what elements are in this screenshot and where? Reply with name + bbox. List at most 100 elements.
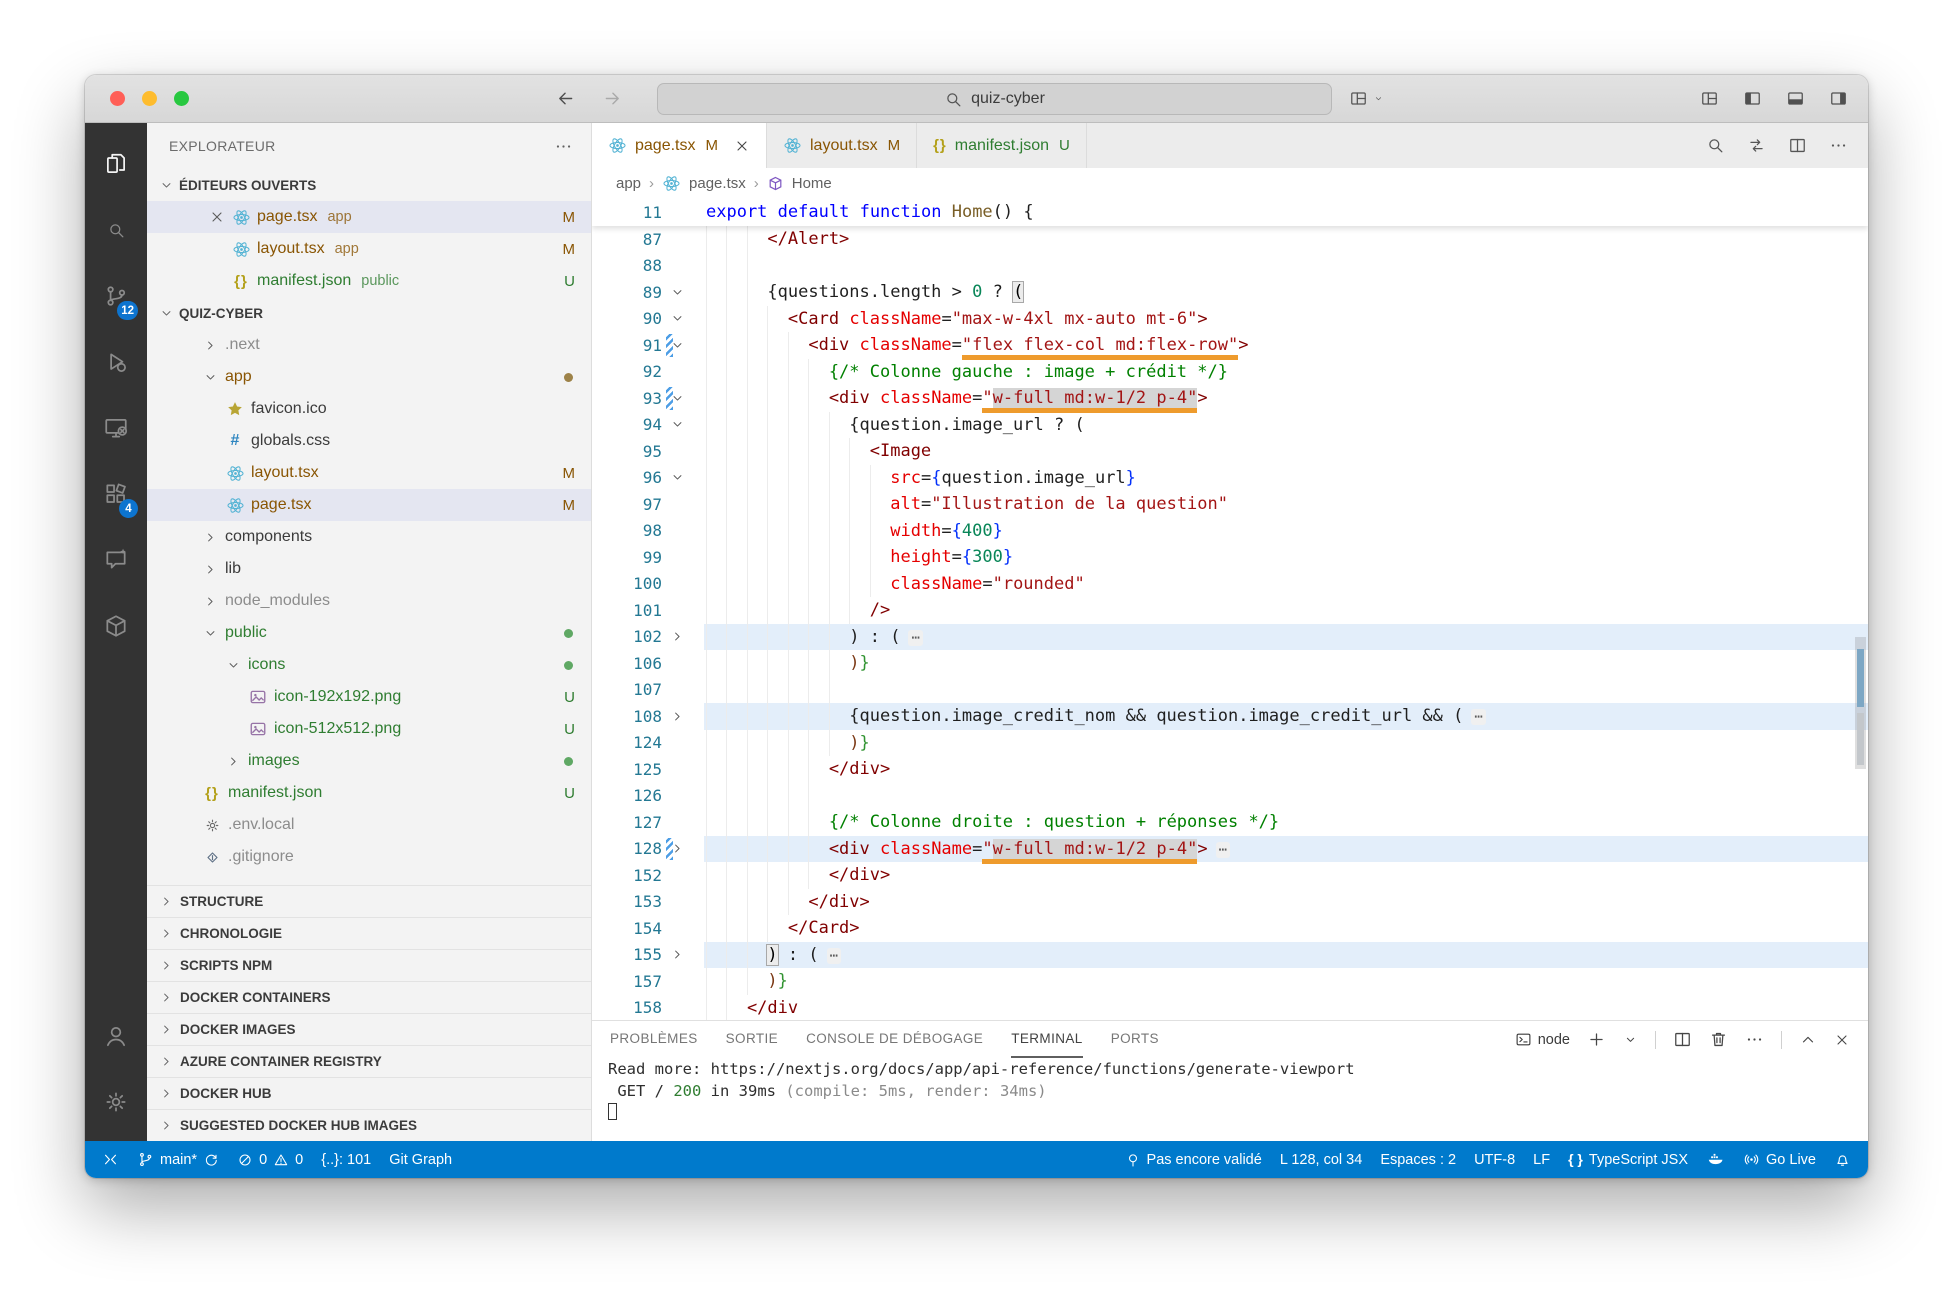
line-gutter[interactable]: 100 [592,571,704,598]
code-line[interactable]: 97alt="Illustration de la question" [592,491,1868,518]
line-gutter[interactable]: 153 [592,889,704,916]
line-gutter[interactable]: 124 [592,730,704,757]
fold-right-icon[interactable] [662,947,692,962]
line-gutter[interactable]: 96 [592,465,704,492]
fold-right-icon[interactable] [662,709,692,724]
line-gutter[interactable]: 127 [592,809,704,836]
overview-ruler[interactable] [1852,199,1868,1020]
line-gutter[interactable]: 126 [592,783,704,810]
panel-tab-PORTS[interactable]: PORTS [1111,1021,1159,1058]
tree-item-components[interactable]: components [147,521,591,553]
fold-right-icon[interactable] [662,629,692,644]
close-icon[interactable] [734,138,750,154]
open-editor-item[interactable]: layout.tsxappM [147,233,591,265]
line-gutter[interactable]: 158 [592,995,704,1021]
maximize-panel-icon[interactable] [1799,1031,1817,1049]
code-line[interactable]: 125</div> [592,756,1868,783]
code-line[interactable]: 94{question.image_url ? ( [592,412,1868,439]
code-line[interactable]: 98width={400} [592,518,1868,545]
tree-item-images[interactable]: images [147,745,591,777]
panel-left-icon[interactable] [1743,89,1762,108]
status-item-language-mode[interactable]: { }TypeScript JSX [1559,1141,1697,1178]
line-gutter[interactable]: 101 [592,597,704,624]
tree-item-favicon.ico[interactable]: favicon.ico [147,393,591,425]
tree-item-.env.local[interactable]: .env.local [147,809,591,841]
code-line[interactable]: 101/> [592,597,1868,624]
panel-tab-PROBLÈMES[interactable]: PROBLÈMES [610,1021,698,1058]
tree-item-node_modules[interactable]: node_modules [147,585,591,617]
code-line[interactable]: 92{/* Colonne gauche : image + crédit */… [592,359,1868,386]
line-gutter[interactable]: 88 [592,253,704,280]
tree-item-public[interactable]: public [147,617,591,649]
sidebar-section-scripts-npm[interactable]: SCRIPTS NPM [147,949,591,981]
status-item-eol[interactable]: LF [1524,1141,1559,1178]
fold-down-icon[interactable] [662,470,692,485]
line-gutter[interactable]: 107 [592,677,704,704]
zoom-window-button[interactable] [174,91,189,106]
layout-dropdown-button[interactable] [1349,89,1386,108]
activity-bar-item-files[interactable] [85,131,147,197]
add-icon[interactable] [1587,1030,1606,1049]
code-editor[interactable]: 11export default function Home() { 87</A… [592,199,1868,1020]
fold-down-icon[interactable] [662,311,692,326]
tree-item-icons[interactable]: icons [147,649,591,681]
line-gutter[interactable]: 102 [592,624,704,651]
line-gutter[interactable]: 95 [592,438,704,465]
code-line[interactable]: 108{question.image_credit_nom && questio… [592,703,1868,730]
code-line[interactable]: 106)} [592,650,1868,677]
line-gutter[interactable]: 125 [592,756,704,783]
line-gutter[interactable]: 90 [592,306,704,333]
status-item-remote[interactable] [93,1141,128,1178]
line-gutter[interactable]: 89 [592,279,704,306]
sidebar-section-structure[interactable]: STRUCTURE [147,885,591,917]
code-line[interactable]: 158</div [592,995,1868,1021]
tree-item-.gitignore[interactable]: .gitignore [147,841,591,873]
caret-down-icon[interactable] [1623,1032,1638,1047]
breadcrumb-item[interactable]: Home [792,175,832,192]
line-gutter[interactable]: 97 [592,491,704,518]
tree-item-layout.tsx[interactable]: layout.tsxM [147,457,591,489]
status-item-notifications[interactable] [1825,1141,1860,1178]
sidebar-section-docker-containers[interactable]: DOCKER CONTAINERS [147,981,591,1013]
activity-bar-item-settings-gear[interactable] [85,1069,147,1135]
code-line[interactable]: 89{questions.length > 0 ? ( [592,279,1868,306]
breadcrumb-item[interactable]: page.tsx [689,175,746,192]
close-icon[interactable] [1834,1032,1850,1048]
status-item-git-graph[interactable]: Git Graph [380,1141,461,1178]
open-editors-section-header[interactable]: ÉDITEURS OUVERTS [147,169,591,201]
status-item-branch[interactable]: main* [128,1141,228,1178]
line-gutter[interactable]: 92 [592,359,704,386]
activity-bar-item-search[interactable] [85,197,147,263]
line-gutter[interactable]: 11 [592,199,704,226]
back-arrow-icon[interactable] [555,88,576,109]
activity-bar-item-docker[interactable] [85,593,147,659]
line-gutter[interactable]: 154 [592,915,704,942]
status-item-brackets-count[interactable]: {..}: 101 [312,1141,380,1178]
code-line[interactable]: 152</div> [592,862,1868,889]
code-line[interactable]: 153</div> [592,889,1868,916]
terminal-profile-selector[interactable]: node [1515,1031,1570,1048]
code-line[interactable]: 127{/* Colonne droite : question + répon… [592,809,1868,836]
tree-item-.next[interactable]: .next [147,329,591,361]
line-gutter[interactable]: 94 [592,412,704,439]
line-gutter[interactable]: 93 [592,385,704,412]
status-item-validation[interactable]: Pas encore validé [1116,1141,1271,1178]
code-line[interactable]: 87</Alert> [592,226,1868,253]
activity-bar-item-remote-explorer[interactable] [85,395,147,461]
tree-item-globals.css[interactable]: #globals.css [147,425,591,457]
status-item-go-live[interactable]: Go Live [1734,1141,1825,1178]
more-icon[interactable] [1745,1030,1764,1049]
tab-layout.tsx[interactable]: layout.tsxM [767,123,917,168]
code-line[interactable]: 155) : (⋯ [592,942,1868,969]
line-gutter[interactable]: 106 [592,650,704,677]
status-item-cursor-position[interactable]: L 128, col 34 [1271,1141,1372,1178]
status-item-encoding[interactable]: UTF-8 [1465,1141,1524,1178]
sidebar-section-suggested-docker-hub-images[interactable]: SUGGESTED DOCKER HUB IMAGES [147,1109,591,1141]
breadcrumb[interactable]: app›page.tsx›Home [592,168,1868,199]
compare-changes-icon[interactable] [1747,136,1766,155]
code-line[interactable]: 128<div className="w-full md:w-1/2 p-4">… [592,836,1868,863]
activity-bar-item-chat[interactable] [85,527,147,593]
explorer-more-actions-icon[interactable] [554,137,573,156]
sidebar-section-docker-images[interactable]: DOCKER IMAGES [147,1013,591,1045]
activity-bar-item-run-debug[interactable] [85,329,147,395]
